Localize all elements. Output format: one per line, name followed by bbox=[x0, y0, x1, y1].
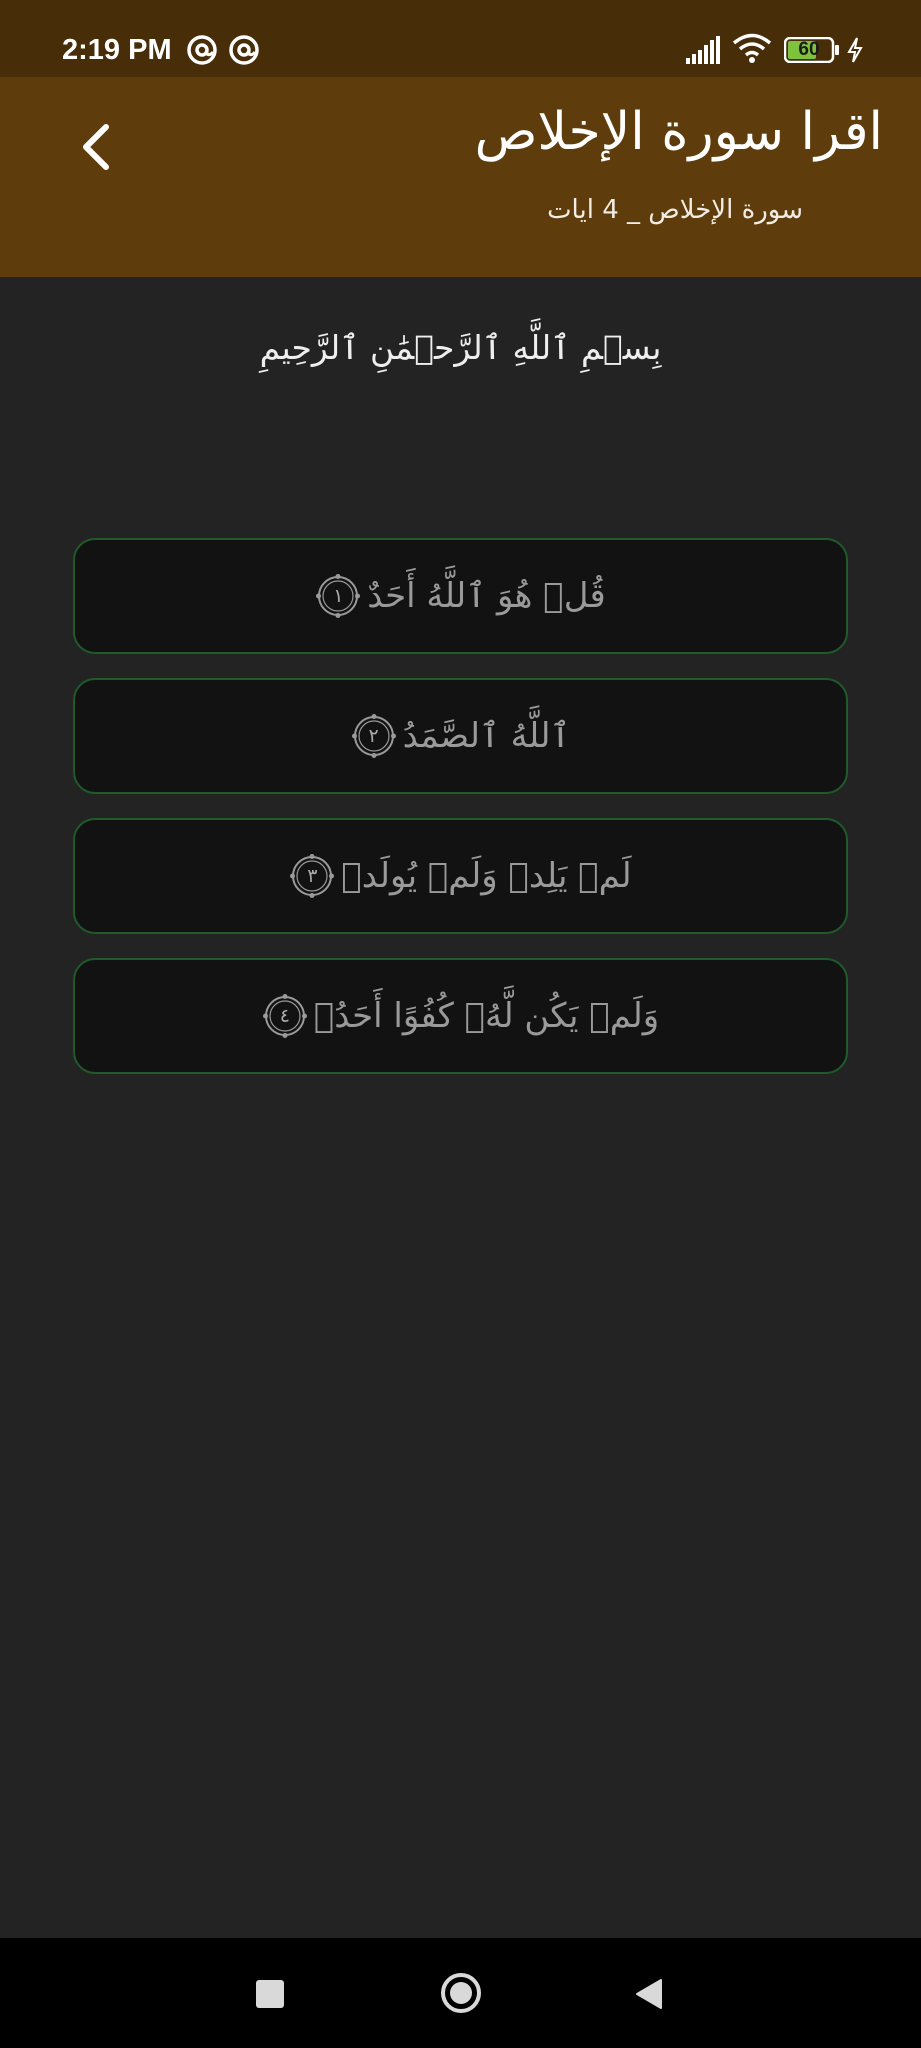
app-bar: اقرا سورة الإخلاص سورة الإخلاص _ 4 ايات bbox=[0, 77, 921, 277]
recents-square-icon bbox=[256, 1980, 284, 2008]
at-sign-icon bbox=[228, 34, 260, 66]
ayah-number: ٤ bbox=[279, 1005, 290, 1027]
system-nav-bar bbox=[0, 1938, 921, 2048]
screen: 2:19 PM 60 اقرا سورة الإخلاص سورة الإخلا… bbox=[0, 0, 921, 2048]
home-button[interactable] bbox=[440, 1972, 482, 2014]
ayah-number: ١ bbox=[333, 585, 344, 607]
back-button[interactable] bbox=[68, 107, 126, 187]
ayah-card[interactable]: لَمۡ يَلِدۡ وَلَمۡ يُولَدۡ ٣ bbox=[73, 818, 848, 934]
back-triangle-icon bbox=[636, 1979, 662, 2009]
ayah-number-marker: ٢ bbox=[351, 713, 397, 759]
status-time: 2:19 PM bbox=[62, 34, 172, 66]
battery-icon: 60 bbox=[783, 36, 840, 64]
recents-button[interactable] bbox=[256, 1980, 284, 2008]
home-circle-icon bbox=[441, 1973, 481, 2013]
ayah-text: قُلۡ هُوَ ٱللَّهُ أَحَدٌ bbox=[367, 576, 606, 616]
ayah-number-marker: ٣ bbox=[289, 853, 335, 899]
ayah-number-marker: ١ bbox=[315, 573, 361, 619]
ayah-text: وَلَمۡ يَكُن لَّهُۥ كُفُوًا أَحَدُۢ bbox=[313, 996, 660, 1036]
wifi-icon bbox=[732, 32, 772, 64]
at-sign-icon bbox=[186, 34, 218, 66]
status-bar: 2:19 PM 60 bbox=[0, 0, 921, 77]
signal-icon bbox=[686, 36, 722, 64]
ayah-card[interactable]: ٱللَّهُ ٱلصَّمَدُ ٢ bbox=[73, 678, 848, 794]
nav-back-button[interactable] bbox=[633, 1978, 663, 2010]
charging-icon bbox=[846, 36, 864, 64]
page-title: اقرا سورة الإخلاص bbox=[474, 102, 883, 162]
ayah-text: لَمۡ يَلِدۡ وَلَمۡ يُولَدۡ bbox=[341, 856, 632, 896]
ayah-card[interactable]: وَلَمۡ يَكُن لَّهُۥ كُفُوًا أَحَدُۢ ٤ bbox=[73, 958, 848, 1074]
battery-level: 60 bbox=[798, 39, 820, 60]
ayah-number-marker: ٤ bbox=[262, 993, 308, 1039]
ayah-card[interactable]: قُلۡ هُوَ ٱللَّهُ أَحَدٌ ١ bbox=[73, 538, 848, 654]
ayah-list: قُلۡ هُوَ ٱللَّهُ أَحَدٌ ١ ٱللَّهُ ٱلصَّ… bbox=[73, 538, 848, 1098]
ayah-number: ٢ bbox=[368, 725, 379, 747]
ayah-text: ٱللَّهُ ٱلصَّمَدُ bbox=[402, 716, 571, 756]
chevron-left-icon bbox=[83, 124, 109, 170]
ayah-number: ٣ bbox=[307, 865, 318, 887]
page-subtitle: سورة الإخلاص _ 4 ايات bbox=[547, 195, 803, 225]
basmala: بِسۡمِ ٱللَّهِ ٱلرَّحۡمَٰنِ ٱلرَّحِيمِ bbox=[259, 328, 662, 367]
